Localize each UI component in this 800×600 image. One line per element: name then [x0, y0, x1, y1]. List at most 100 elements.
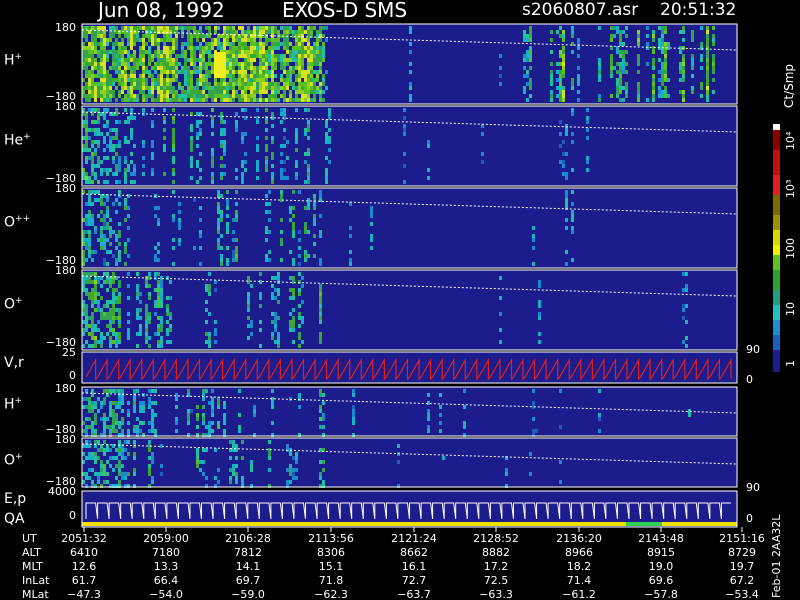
- heatmap-cell: [193, 70, 196, 74]
- heatmap-cell: [244, 70, 247, 74]
- heatmap-cell: [106, 480, 109, 484]
- heatmap-cell: [157, 62, 160, 66]
- heatmap-cell: [301, 340, 304, 344]
- heatmap-cell: [298, 246, 301, 250]
- heatmap-cell: [505, 468, 508, 472]
- heatmap-cell: [562, 86, 565, 90]
- heatmap-cell: [166, 312, 169, 316]
- heatmap-cell: [121, 476, 124, 480]
- heatmap-cell: [217, 222, 220, 226]
- heatmap-cell: [199, 246, 202, 250]
- heatmap-cell: [112, 280, 115, 284]
- heatmap-cell: [268, 86, 271, 90]
- heatmap-cell: [259, 98, 262, 102]
- heatmap-cell: [112, 413, 115, 417]
- heatmap-cell: [523, 58, 526, 62]
- heatmap-cell: [556, 86, 559, 90]
- heatmap-cell: [196, 132, 199, 136]
- heatmap-cell: [94, 452, 97, 456]
- heatmap-cell: [94, 66, 97, 70]
- heatmap-cell: [118, 34, 121, 38]
- heatmap-cell: [271, 46, 274, 50]
- heatmap-cell: [232, 230, 235, 234]
- heatmap-cell: [283, 144, 286, 148]
- heatmap-cell: [250, 468, 253, 472]
- heatmap-cell: [169, 316, 172, 320]
- heatmap-cell: [688, 413, 691, 417]
- heatmap-cell: [115, 108, 118, 112]
- heatmap-cell: [100, 82, 103, 86]
- heatmap-cell: [271, 389, 274, 393]
- heatmap-cell: [538, 340, 541, 344]
- heatmap-cell: [91, 202, 94, 206]
- heatmap-cell: [121, 86, 124, 90]
- heatmap-cell: [550, 98, 553, 102]
- heatmap-cell: [637, 90, 640, 94]
- heatmap-cell: [244, 90, 247, 94]
- heatmap-cell: [127, 421, 130, 425]
- heatmap-cell: [115, 164, 118, 168]
- heatmap-cell: [298, 42, 301, 46]
- heatmap-cell: [247, 26, 250, 30]
- heatmap-cell: [91, 156, 94, 160]
- heatmap-cell: [100, 340, 103, 344]
- heatmap-cell: [97, 328, 100, 332]
- heatmap-cell: [286, 26, 289, 30]
- heatmap-cell: [175, 70, 178, 74]
- heatmap-cell: [667, 78, 670, 82]
- heatmap-cell: [226, 74, 229, 78]
- heatmap-cell: [619, 74, 622, 78]
- heatmap-cell: [370, 234, 373, 238]
- heatmap-cell: [598, 74, 601, 78]
- heatmap-cell: [556, 94, 559, 98]
- heatmap-cell: [85, 160, 88, 164]
- heatmap-cell: [316, 90, 319, 94]
- heatmap-cell: [217, 194, 220, 198]
- heatmap-cell: [271, 152, 274, 156]
- heatmap-cell: [94, 42, 97, 46]
- heatmap-cell: [250, 320, 253, 324]
- heatmap-cell: [118, 324, 121, 328]
- heatmap-cell: [235, 210, 238, 214]
- heatmap-cell: [289, 464, 292, 468]
- heatmap-cell: [94, 34, 97, 38]
- heatmap-cell: [142, 58, 145, 62]
- heatmap-cell: [229, 42, 232, 46]
- heatmap-cell: [85, 280, 88, 284]
- heatmap-cell: [130, 98, 133, 102]
- ephemeris-cell: 72.7: [401, 574, 427, 587]
- ephemeris-cell: 2051:32: [61, 532, 107, 545]
- heatmap-cell: [115, 332, 118, 336]
- heatmap-cell: [679, 70, 682, 74]
- heatmap-cell: [199, 62, 202, 66]
- heatmap-cell: [106, 250, 109, 254]
- heatmap-cell: [688, 409, 691, 413]
- heatmap-cell: [220, 254, 223, 258]
- heatmap-cell: [193, 46, 196, 50]
- heatmap-cell: [637, 38, 640, 42]
- heatmap-cell: [193, 94, 196, 98]
- heatmap-cell: [184, 70, 187, 74]
- heatmap-cell: [571, 140, 574, 144]
- heatmap-cell: [286, 176, 289, 180]
- heatmap-cell: [298, 86, 301, 90]
- heatmap-cell: [175, 58, 178, 62]
- panel-label-ep: E,p: [4, 491, 27, 507]
- heatmap-cell: [220, 46, 223, 50]
- heatmap-cell: [538, 312, 541, 316]
- heatmap-cell: [169, 62, 172, 66]
- heatmap-cell: [91, 280, 94, 284]
- heatmap-cell: [94, 74, 97, 78]
- heatmap-cell: [706, 50, 709, 54]
- heatmap-cell: [91, 250, 94, 254]
- colorbar-segment: [773, 245, 780, 255]
- heatmap-cell: [250, 78, 253, 82]
- heatmap-cell: [88, 230, 91, 234]
- heatmap-cell: [133, 82, 136, 86]
- heatmap-cell: [94, 198, 97, 202]
- heatmap-cell: [109, 284, 112, 288]
- heatmap-cell: [118, 397, 121, 401]
- heatmap-cell: [523, 66, 526, 70]
- heatmap-cell: [202, 82, 205, 86]
- heatmap-cell: [163, 148, 166, 152]
